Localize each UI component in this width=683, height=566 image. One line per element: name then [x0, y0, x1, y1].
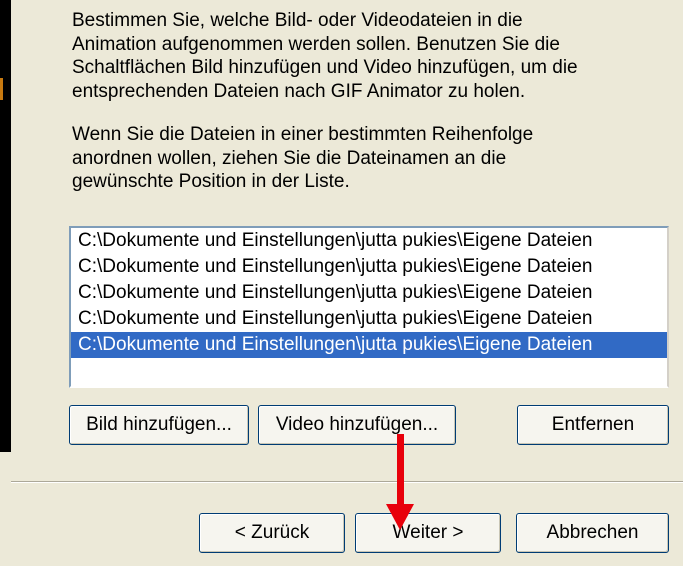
- wizard-side-banner: [0, 0, 11, 452]
- add-image-button[interactable]: Bild hinzufügen...: [69, 405, 249, 445]
- next-button[interactable]: Weiter >: [355, 513, 501, 553]
- file-list-item[interactable]: C:\Dokumente und Einstellungen\jutta puk…: [71, 228, 667, 254]
- button-divider: [11, 481, 683, 483]
- arrow-head: [386, 504, 414, 530]
- remove-button[interactable]: Entfernen: [517, 405, 669, 445]
- file-list-item[interactable]: C:\Dokumente und Einstellungen\jutta puk…: [71, 254, 667, 280]
- file-list-item[interactable]: C:\Dokumente und Einstellungen\jutta puk…: [71, 280, 667, 306]
- arrow-shaft: [397, 434, 404, 508]
- back-button[interactable]: < Zurück: [199, 513, 345, 553]
- red-down-arrow-icon: [386, 434, 414, 530]
- file-list-item-selected[interactable]: C:\Dokumente und Einstellungen\jutta puk…: [71, 332, 667, 358]
- add-video-button[interactable]: Video hinzufügen...: [258, 405, 456, 445]
- instructions-paragraph-2: Wenn Sie die Dateien in einer bestimmten…: [72, 124, 534, 192]
- wizard-dialog: Bestimmen Sie, welche Bild- oder Videoda…: [0, 0, 683, 566]
- file-list[interactable]: C:\Dokumente und Einstellungen\jutta puk…: [69, 226, 669, 388]
- cancel-button[interactable]: Abbrechen: [516, 513, 669, 553]
- instructions-paragraph-1: Bestimmen Sie, welche Bild- oder Videoda…: [72, 10, 578, 102]
- file-list-item[interactable]: C:\Dokumente und Einstellungen\jutta puk…: [71, 306, 667, 332]
- banner-accent: [0, 78, 3, 100]
